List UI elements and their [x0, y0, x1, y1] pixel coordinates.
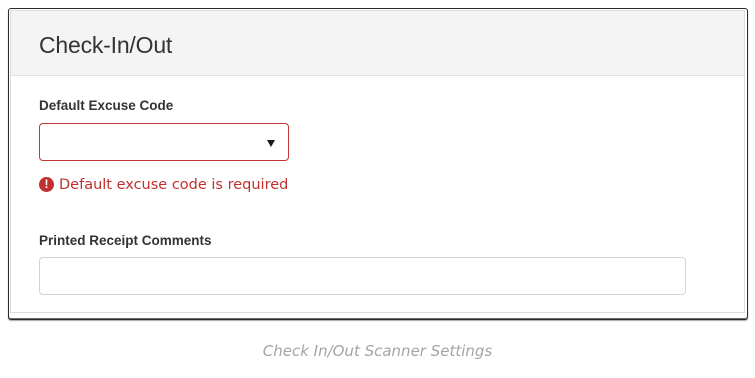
check-in-out-panel: Check-In/Out Default Excuse Code ! Defau… [10, 10, 745, 313]
default-excuse-code-select[interactable] [39, 123, 289, 161]
panel-title: Check-In/Out [39, 32, 173, 58]
panel-header: Check-In/Out [11, 11, 744, 76]
screenshot-stage: Check-In/Out Default Excuse Code ! Defau… [0, 0, 755, 378]
default-excuse-code-label: Default Excuse Code [39, 98, 174, 113]
error-message: Default excuse code is required [59, 177, 289, 193]
caret-down-icon [267, 140, 275, 147]
exclamation-circle-icon: ! [39, 177, 54, 192]
printed-receipt-comments-input[interactable] [39, 257, 686, 295]
figure-caption: Check In/Out Scanner Settings [262, 342, 493, 360]
printed-receipt-comments-label: Printed Receipt Comments [39, 233, 212, 248]
